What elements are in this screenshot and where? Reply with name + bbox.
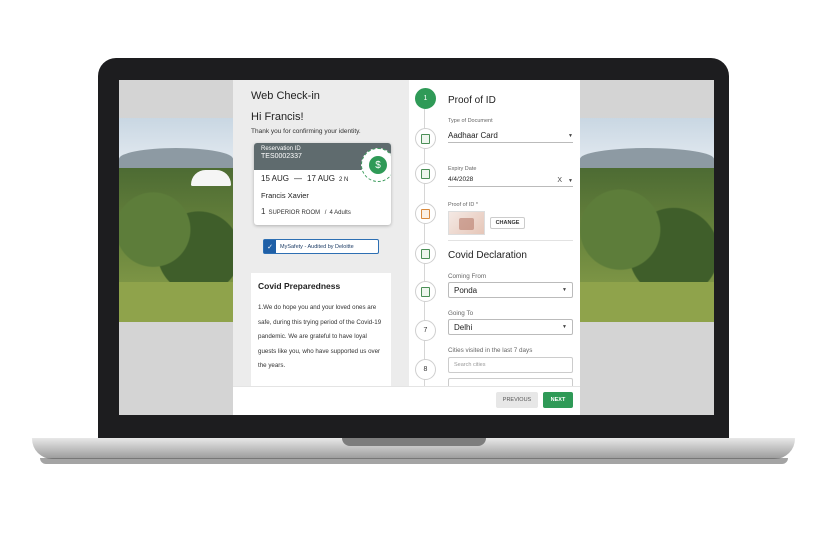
going-to-value: Delhi xyxy=(454,322,473,332)
room-type: SUPERIOR ROOM xyxy=(268,210,321,216)
progress-stepper: 1 7 8 xyxy=(409,80,441,386)
identity-confirmation-text: Thank you for confirming your identity. xyxy=(251,128,361,135)
chevron-down-icon: ▼ xyxy=(568,178,573,184)
chevron-down-icon: ▼ xyxy=(562,287,567,293)
contactless-icon: $ xyxy=(369,156,387,174)
going-to-select[interactable]: Delhi ▼ xyxy=(448,319,573,335)
next-button[interactable]: NEXT xyxy=(543,392,573,408)
cities-visited-label: Cities visited in the last 7 days xyxy=(448,347,533,354)
room-separator: / xyxy=(324,210,327,216)
covid-preparedness-card: Covid Preparedness 1.We do hope you and … xyxy=(251,273,391,386)
reservation-id-label: Reservation ID xyxy=(261,146,301,152)
document-icon xyxy=(421,133,430,144)
expiry-date-label: Expiry Date xyxy=(448,166,477,172)
checkin-summary-pane: Web Check-in Hi Francis! Thank you for c… xyxy=(233,80,409,386)
laptop-shadow xyxy=(40,458,788,464)
laptop-notch xyxy=(342,438,486,446)
step-5[interactable] xyxy=(415,243,436,264)
proof-of-id-label: Proof of ID * xyxy=(448,202,478,208)
page-title: Web Check-in xyxy=(251,90,320,102)
clear-icon[interactable]: X xyxy=(557,177,562,184)
expiry-date-field[interactable]: 4/4/2028 X ▼ xyxy=(448,173,573,187)
expiry-date-value: 4/4/2028 xyxy=(448,176,474,183)
guest-name: Francis Xavier xyxy=(261,191,309,200)
document-type-select[interactable]: Aadhaar Card ▼ xyxy=(448,129,573,143)
additional-field[interactable] xyxy=(448,378,573,386)
background-photo-right xyxy=(580,118,714,322)
document-icon xyxy=(421,286,430,297)
id-document-thumbnail[interactable] xyxy=(448,211,485,235)
step-1[interactable]: 1 xyxy=(415,88,436,109)
proof-of-id-title: Proof of ID xyxy=(448,95,496,106)
date-separator: — xyxy=(294,174,303,183)
step-8[interactable]: 8 xyxy=(415,359,436,380)
document-icon xyxy=(421,208,430,219)
coming-from-value: Ponda xyxy=(454,285,478,295)
mysafety-badge[interactable]: ✓ MySafety - Audited by Deloitte xyxy=(263,239,379,254)
shield-check-icon: ✓ xyxy=(264,240,276,253)
step-7[interactable]: 7 xyxy=(415,320,436,341)
step-4[interactable] xyxy=(415,203,436,224)
covid-preparedness-title: Covid Preparedness xyxy=(258,281,341,291)
coming-from-select[interactable]: Ponda ▼ xyxy=(448,282,573,298)
section-divider xyxy=(448,240,573,241)
mysafety-label: MySafety - Audited by Deloitte xyxy=(280,243,354,250)
cities-search-input[interactable]: Search cities xyxy=(448,357,573,373)
step-6[interactable] xyxy=(415,281,436,302)
document-icon xyxy=(421,248,430,259)
laptop-mockup: Web Check-in Hi Francis! Thank you for c… xyxy=(0,0,828,535)
guest-count: 4 Adults xyxy=(329,210,351,216)
covid-declaration-title: Covid Declaration xyxy=(448,250,527,261)
stay-dates: 15 AUG — 17 AUG 2 N xyxy=(261,174,348,183)
document-type-value: Aadhaar Card xyxy=(448,131,498,140)
room-count: 1 xyxy=(261,207,266,216)
document-icon xyxy=(421,168,430,179)
check-in-date: 15 AUG xyxy=(261,174,290,183)
change-document-button[interactable]: CHANGE xyxy=(490,217,525,229)
reservation-card: Reservation ID TES0002337 15 AUG —17 AUG 2… xyxy=(254,143,391,225)
laptop-screen: Web Check-in Hi Francis! Thank you for c… xyxy=(119,80,714,415)
document-type-label: Type of Document xyxy=(448,118,493,124)
chevron-down-icon: ▼ xyxy=(568,132,573,139)
going-to-label: Going To xyxy=(448,310,474,317)
room-details: 1 SUPERIOR ROOM /4 Adults xyxy=(261,207,351,216)
step-2[interactable] xyxy=(415,128,436,149)
check-out-date: 17 AUG xyxy=(307,174,336,183)
coming-from-label: Coming From xyxy=(448,273,487,280)
previous-button[interactable]: PREVIOUS xyxy=(496,392,538,408)
checkin-footer: PREVIOUS NEXT xyxy=(233,386,580,415)
step-3[interactable] xyxy=(415,163,436,184)
covid-preparedness-text: 1.We do hope you and your loved ones are… xyxy=(258,304,382,369)
nights-count: 2 N xyxy=(339,177,349,183)
contactless-badge: $ xyxy=(361,148,391,182)
web-checkin-modal: Web Check-in Hi Francis! Thank you for c… xyxy=(233,80,580,415)
greeting-heading: Hi Francis! xyxy=(251,111,304,123)
checkin-form: Proof of ID Type of Document Aadhaar Car… xyxy=(441,80,580,386)
chevron-down-icon: ▼ xyxy=(562,324,567,330)
background-photo-left xyxy=(119,118,233,322)
